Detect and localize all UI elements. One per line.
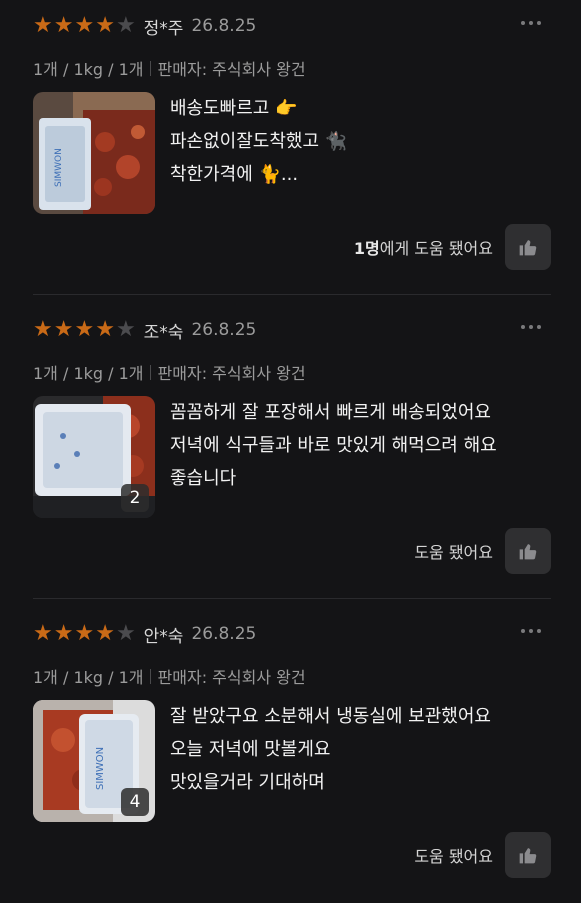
seller-text: 판매자: 주식회사 왕건 [157, 668, 306, 687]
review-text-line: 꼼꼼하게 잘 포장해서 빠르게 배송되었어요 [170, 402, 491, 423]
seller-text: 판매자: 주식회사 왕건 [157, 60, 306, 79]
review-body: 꼼꼼하게 잘 포장해서 빠르게 배송되었어요 저녁에 식구들과 바로 맛있게 해… [170, 396, 497, 495]
helpful-label: 에게 도움 됐어요 [379, 239, 493, 258]
review-body: 잘 받았구요 소분해서 냉동실에 보관했어요 오늘 저녁에 맛볼게요 맛있을거라… [170, 700, 491, 799]
image-count-badge: 2 [121, 484, 149, 512]
divider [149, 364, 151, 380]
helpful-button[interactable] [505, 528, 551, 574]
helpful-label: 도움 됐어요 [414, 543, 493, 562]
more-dots-icon [521, 325, 525, 329]
thumbs-up-icon [519, 544, 537, 560]
review-header: ★ ★ ★ ★ ★ 조*숙 26.8.25 [33, 317, 256, 343]
svg-text:SIMWON: SIMWON [54, 148, 64, 187]
more-dots-icon [537, 629, 541, 633]
more-options-button[interactable] [521, 321, 541, 333]
photo-image: SIMWON [33, 92, 155, 214]
more-options-button[interactable] [521, 625, 541, 637]
review-date: 26.8.25 [191, 320, 257, 340]
star-icon: ★ [53, 13, 74, 38]
review-text-line: 오늘 저녁에 맛볼게요 [170, 739, 331, 760]
more-dots-icon [529, 325, 533, 329]
seller-text: 판매자: 주식회사 왕건 [157, 364, 306, 383]
review-date: 26.8.25 [191, 624, 257, 644]
star-rating: ★ ★ ★ ★ ★ [33, 15, 137, 37]
star-icon: ★ [33, 13, 53, 38]
star-icon: ★ [53, 621, 74, 646]
star-rating: ★ ★ ★ ★ ★ [33, 319, 137, 341]
star-icon: ★ [74, 13, 95, 38]
star-icon: ★ [33, 317, 53, 342]
star-icon: ★ [115, 13, 136, 38]
more-dots-icon [537, 21, 541, 25]
star-icon: ★ [95, 621, 115, 646]
star-icon: ★ [115, 317, 136, 342]
review-text-line: 잘 받았구요 소분해서 냉동실에 보관했어요 [170, 706, 491, 727]
review-photo[interactable]: SIMWON 4 [33, 700, 155, 822]
helpful-button[interactable] [505, 832, 551, 878]
review-author: 안*숙 [143, 626, 184, 647]
option-text: 1개 / 1kg / 1개 [33, 60, 144, 79]
helpful-text: 도움 됐어요 [414, 843, 493, 867]
option-text: 1개 / 1kg / 1개 [33, 668, 144, 687]
helpful-section: 도움 됐어요 [414, 832, 551, 878]
review-author: 조*숙 [143, 322, 184, 343]
star-icon: ★ [74, 621, 95, 646]
star-icon: ★ [95, 317, 115, 342]
purchase-option: 1개 / 1kg / 1개 판매자: 주식회사 왕건 [33, 664, 306, 688]
helpful-text: 1명에게 도움 됐어요 [354, 235, 493, 259]
star-icon: ★ [53, 317, 74, 342]
review-text-line: 맛있을거라 기대하며 [170, 772, 325, 793]
review-text-line: 배송도빠르고 👉 [170, 98, 298, 119]
star-icon: ★ [74, 317, 95, 342]
divider [149, 668, 151, 684]
review-text-line: 착한가격에 🐈... [170, 164, 299, 185]
option-text: 1개 / 1kg / 1개 [33, 364, 144, 383]
helpful-section: 1명에게 도움 됐어요 [354, 224, 551, 270]
helpful-count: 1명 [353, 239, 380, 258]
review-divider [33, 294, 551, 295]
review-divider [33, 598, 551, 599]
thumbs-up-icon [519, 240, 537, 256]
review-text-line: 저녁에 식구들과 바로 맛있게 해먹으려 해요 [170, 435, 497, 456]
star-icon: ★ [95, 13, 115, 38]
review-text-line: 좋습니다 [170, 468, 237, 489]
star-rating: ★ ★ ★ ★ ★ [33, 623, 137, 645]
review-date: 26.8.25 [191, 16, 257, 36]
purchase-option: 1개 / 1kg / 1개 판매자: 주식회사 왕건 [33, 360, 306, 384]
more-dots-icon [521, 21, 525, 25]
more-dots-icon [529, 629, 533, 633]
more-dots-icon [537, 325, 541, 329]
review-header: ★ ★ ★ ★ ★ 정*주 26.8.25 [33, 13, 256, 39]
review-body: 배송도빠르고 👉 파손없이잘도착했고 🐈‍⬛ 착한가격에 🐈... [170, 92, 347, 191]
more-options-button[interactable] [521, 17, 541, 29]
helpful-text: 도움 됐어요 [414, 539, 493, 563]
helpful-button[interactable] [505, 224, 551, 270]
purchase-option: 1개 / 1kg / 1개 판매자: 주식회사 왕건 [33, 56, 306, 80]
helpful-section: 도움 됐어요 [414, 528, 551, 574]
svg-text:SIMWON: SIMWON [95, 747, 106, 790]
review-photo[interactable]: 2 [33, 396, 155, 518]
star-icon: ★ [33, 621, 53, 646]
helpful-label: 도움 됐어요 [414, 847, 493, 866]
image-count-badge: 4 [121, 788, 149, 816]
review-author: 정*주 [143, 18, 184, 39]
more-dots-icon [529, 21, 533, 25]
star-icon: ★ [115, 621, 136, 646]
review-photo[interactable]: SIMWON [33, 92, 155, 214]
thumbs-up-icon [519, 848, 537, 864]
divider [149, 60, 151, 76]
review-header: ★ ★ ★ ★ ★ 안*숙 26.8.25 [33, 621, 256, 647]
review-text-line: 파손없이잘도착했고 🐈‍⬛ [170, 131, 348, 152]
more-dots-icon [521, 629, 525, 633]
